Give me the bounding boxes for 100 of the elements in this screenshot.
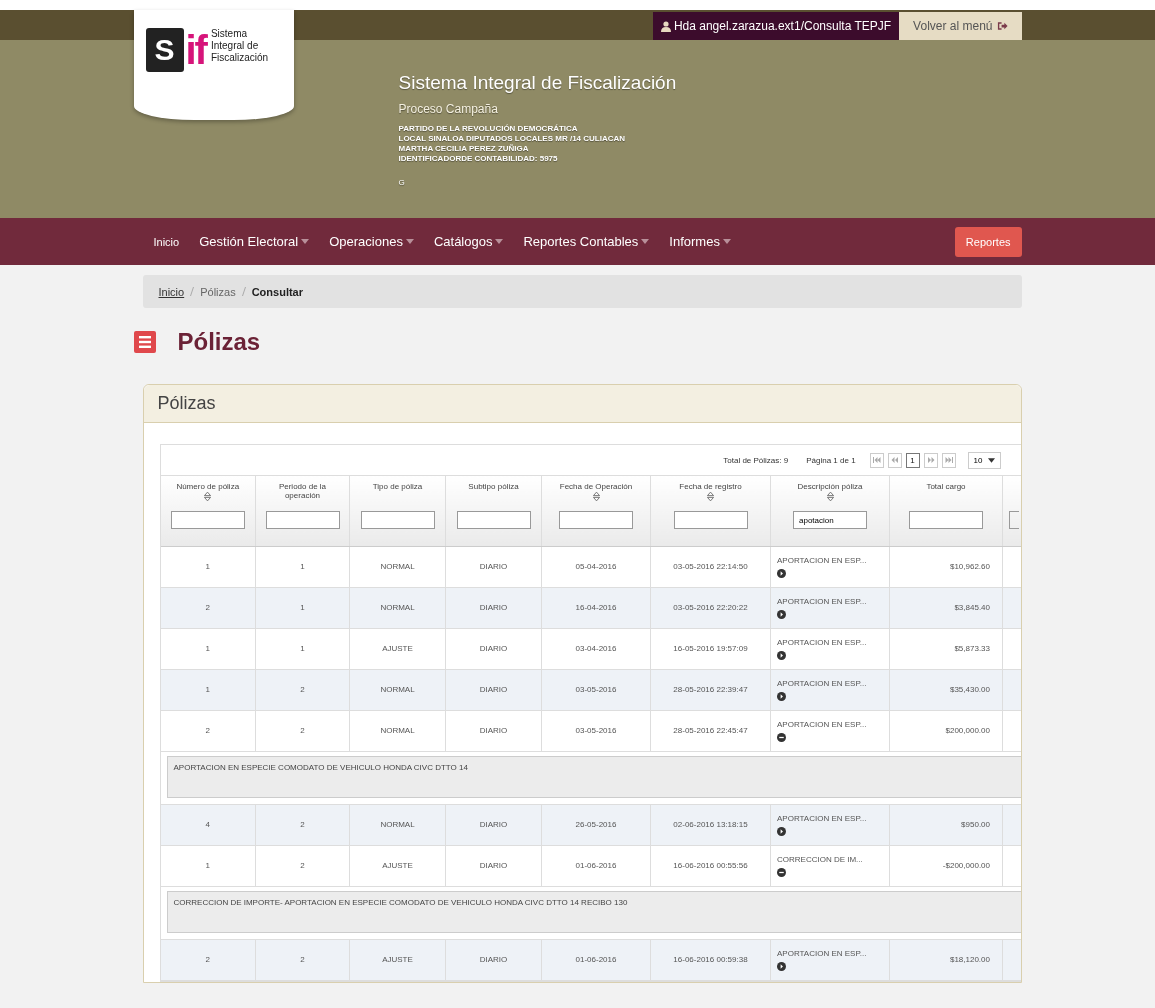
- table-cell: DIARIO: [479, 644, 508, 653]
- table-cell: 2: [205, 726, 210, 735]
- table-cell: 4: [205, 820, 210, 829]
- sort-icon[interactable]: [707, 492, 714, 501]
- table-cell: 1: [205, 685, 210, 694]
- table-cell: 16-06-2016 00:59:38: [673, 955, 748, 964]
- sort-icon[interactable]: [826, 492, 834, 501]
- nav-menu-item[interactable]: Operaciones: [321, 234, 422, 249]
- next-page-button[interactable]: [923, 452, 938, 468]
- filter-field[interactable]: [170, 511, 245, 529]
- filter-field[interactable]: [360, 511, 435, 529]
- account-detail: PARTIDO DE LA REVOLUCIÓN DEMOCRÁTICA: [398, 124, 579, 134]
- filter-field[interactable]: [265, 511, 340, 529]
- table-cell: 2: [300, 861, 305, 870]
- nav-menu-item[interactable]: Gestión Electoral: [191, 234, 318, 249]
- logo-mark: if: [185, 28, 206, 72]
- page-indicator: Página 1 de 1: [806, 455, 856, 465]
- table-cell: 03-04-2016: [575, 644, 617, 653]
- breadcrumb-item[interactable]: Pólizas: [200, 285, 236, 298]
- collapse-icon[interactable]: [777, 733, 786, 742]
- breadcrumb-separator: [241, 287, 246, 296]
- last-page-icon: [944, 457, 953, 463]
- table-cell-text: APORTACION EN ESP...: [777, 949, 868, 959]
- table-cell: DIARIO: [479, 861, 508, 870]
- user-name: Hda angel.zarazua.ext1/Consulta TEPJF: [673, 19, 892, 33]
- column-header: Subtipo póliza: [468, 482, 519, 491]
- filter-field[interactable]: [1009, 511, 1019, 529]
- table-cell: AJUSTE: [382, 861, 413, 870]
- table-cell: 03-05-2016 22:20:22: [673, 603, 748, 612]
- account-detail: MARTHA CECILIA PEREZ ZUÑIGA: [398, 144, 530, 154]
- table-cell: 28-05-2016 22:39:47: [673, 685, 748, 694]
- table-cell: 01-06-2016: [575, 955, 617, 964]
- table-cell: DIARIO: [479, 603, 508, 612]
- table-cell-text: CORRECCION DE IM...: [777, 855, 864, 865]
- table-cell: 16-04-2016: [575, 603, 617, 612]
- nav-menu-item[interactable]: Catálogos: [425, 234, 512, 249]
- expand-icon[interactable]: [777, 651, 786, 660]
- expand-icon[interactable]: [777, 692, 786, 701]
- reports-button[interactable]: Reportes: [954, 226, 1022, 257]
- table-cell-text: APORTACION EN ESP...: [777, 720, 868, 730]
- expand-icon[interactable]: [777, 827, 786, 836]
- first-page-button[interactable]: [869, 452, 884, 468]
- filter-field[interactable]: [673, 511, 748, 529]
- table-cell: $200,000.00: [945, 726, 990, 735]
- table-cell: DIARIO: [479, 726, 508, 735]
- table-cell: 2: [205, 955, 210, 964]
- panel-title: Pólizas: [143, 385, 1021, 423]
- nav-menu-item[interactable]: Inicio: [133, 235, 188, 248]
- nav-menu-item[interactable]: Informes: [661, 234, 739, 249]
- breadcrumb-item[interactable]: Consultar: [251, 285, 303, 298]
- table-cell: 26-05-2016: [575, 820, 617, 829]
- table-cell: 1: [205, 861, 210, 870]
- expand-icon[interactable]: [777, 610, 786, 619]
- table-cell: AJUSTE: [382, 955, 413, 964]
- first-page-icon: [872, 457, 881, 463]
- table-cell: $950.00: [961, 820, 990, 829]
- table-cell-text: APORTACION EN ESP...: [777, 814, 868, 824]
- expand-icon[interactable]: [777, 962, 786, 971]
- table-cell: 2: [300, 726, 305, 735]
- previous-page-button[interactable]: [887, 452, 902, 468]
- breadcrumb-separator: [190, 287, 195, 296]
- total-count: Total de Pólizas: 9: [723, 455, 789, 465]
- table-cell: 2: [205, 603, 210, 612]
- table-cell: DIARIO: [479, 820, 508, 829]
- logo-caption: Sistema: [210, 28, 249, 40]
- page-button[interactable]: 1: [905, 452, 920, 468]
- sort-icon[interactable]: [592, 492, 600, 501]
- expand-icon[interactable]: [777, 569, 786, 578]
- table-cell: 2: [300, 820, 305, 829]
- table-cell: 03-05-2016: [575, 685, 617, 694]
- nav-menu-item[interactable]: Reportes Contables: [515, 234, 658, 249]
- description-detail: APORTACION EN ESPECIE COMODATO DE VEHICULO HONDA CIVC DTTO 14: [166, 756, 1021, 798]
- filter-field[interactable]: apotacion: [793, 511, 867, 529]
- table-cell: 02-06-2016 13:18:15: [673, 820, 748, 829]
- table-cell: 03-05-2016 22:14:50: [673, 562, 748, 571]
- table-cell: 16-06-2016 00:55:56: [673, 861, 748, 870]
- table-cell: -$200,000.00: [942, 861, 990, 870]
- table-cell: NORMAL: [380, 726, 415, 735]
- table-cell: NORMAL: [380, 603, 415, 612]
- breadcrumb-link[interactable]: Inicio: [158, 285, 185, 298]
- page-size-select[interactable]: 10: [967, 451, 1001, 469]
- table-cell: $3,845.40: [954, 603, 990, 612]
- table-cell: DIARIO: [479, 955, 508, 964]
- system-title: Sistema Integral de Fiscalización: [398, 72, 677, 94]
- process-label: Proceso Campaña: [398, 102, 499, 116]
- sort-icon[interactable]: [204, 492, 212, 501]
- list-icon: [133, 331, 156, 353]
- collapse-icon[interactable]: [777, 868, 786, 877]
- caret-icon: [301, 239, 310, 244]
- filter-field[interactable]: [456, 511, 531, 529]
- last-page-button[interactable]: [941, 452, 956, 468]
- table-cell: 1: [205, 562, 210, 571]
- filter-field[interactable]: [909, 511, 983, 529]
- table-cell: 1: [300, 644, 305, 653]
- filter-field[interactable]: [559, 511, 633, 529]
- caret-icon: [722, 239, 731, 244]
- back-to-menu-button[interactable]: Volver al menú: [899, 12, 1022, 40]
- table-cell: NORMAL: [380, 685, 415, 694]
- caret-icon: [641, 239, 650, 244]
- table-cell: 16-05-2016 19:57:09: [673, 644, 748, 653]
